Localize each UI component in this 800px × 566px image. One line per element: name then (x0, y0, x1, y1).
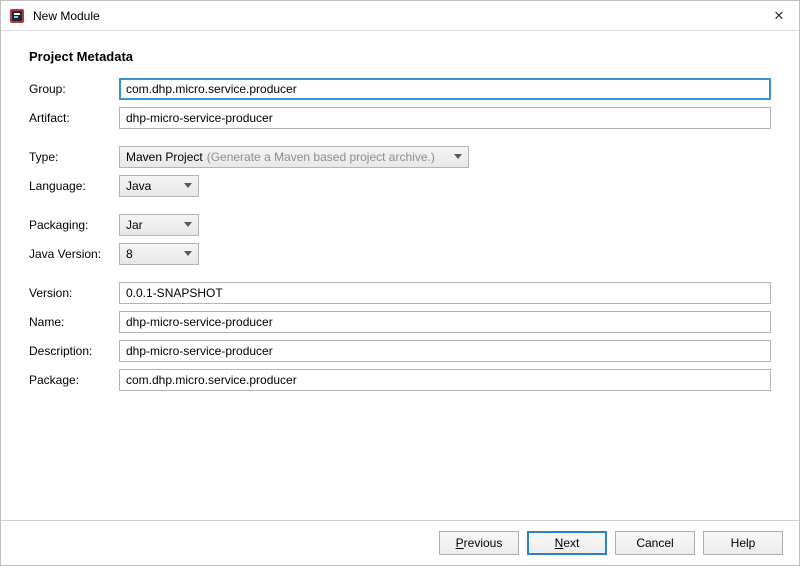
row-language: Language: Java (29, 175, 771, 197)
close-icon: ✕ (774, 8, 785, 24)
row-name: Name: (29, 311, 771, 333)
row-version: Version: (29, 282, 771, 304)
packaging-select[interactable]: Jar (119, 214, 199, 236)
row-group: Group: (29, 78, 771, 100)
chevron-down-icon (184, 183, 192, 189)
app-icon (9, 8, 25, 24)
chevron-down-icon (184, 251, 192, 257)
packaging-select-value: Jar (126, 218, 143, 232)
label-type: Type: (29, 150, 119, 164)
version-input[interactable] (119, 282, 771, 304)
next-button-post: ext (563, 536, 579, 550)
row-package: Package: (29, 369, 771, 391)
previous-button[interactable]: Previous (439, 531, 519, 555)
label-artifact: Artifact: (29, 111, 119, 125)
titlebar: New Module ✕ (1, 1, 799, 31)
label-version: Version: (29, 286, 119, 300)
next-button[interactable]: Next (527, 531, 607, 555)
label-name: Name: (29, 315, 119, 329)
content-area: Project Metadata Group: Artifact: Type: … (1, 31, 799, 520)
previous-button-post: revious (464, 536, 503, 550)
section-title: Project Metadata (29, 49, 771, 64)
label-description: Description: (29, 344, 119, 358)
name-input[interactable] (119, 311, 771, 333)
label-packaging: Packaging: (29, 218, 119, 232)
next-button-mnemonic: N (555, 536, 564, 550)
row-description: Description: (29, 340, 771, 362)
language-select[interactable]: Java (119, 175, 199, 197)
artifact-input[interactable] (119, 107, 771, 129)
java-version-select-value: 8 (126, 247, 133, 261)
label-language: Language: (29, 179, 119, 193)
label-package: Package: (29, 373, 119, 387)
java-version-select[interactable]: 8 (119, 243, 199, 265)
footer: Previous Next Cancel Help (1, 520, 799, 565)
type-select[interactable]: Maven Project (Generate a Maven based pr… (119, 146, 469, 168)
close-button[interactable]: ✕ (759, 1, 799, 31)
row-type: Type: Maven Project (Generate a Maven ba… (29, 146, 771, 168)
type-select-value: Maven Project (126, 150, 203, 164)
chevron-down-icon (454, 154, 462, 160)
window-title: New Module (33, 9, 759, 23)
help-button-label: Help (731, 536, 756, 550)
cancel-button-label: Cancel (636, 536, 673, 550)
description-input[interactable] (119, 340, 771, 362)
cancel-button[interactable]: Cancel (615, 531, 695, 555)
help-button[interactable]: Help (703, 531, 783, 555)
package-input[interactable] (119, 369, 771, 391)
row-packaging: Packaging: Jar (29, 214, 771, 236)
label-group: Group: (29, 82, 119, 96)
label-java-version: Java Version: (29, 247, 119, 261)
row-artifact: Artifact: (29, 107, 771, 129)
row-java-version: Java Version: 8 (29, 243, 771, 265)
type-select-hint: (Generate a Maven based project archive.… (207, 150, 435, 164)
group-input[interactable] (119, 78, 771, 100)
language-select-value: Java (126, 179, 151, 193)
previous-button-mnemonic: P (456, 536, 464, 550)
chevron-down-icon (184, 222, 192, 228)
